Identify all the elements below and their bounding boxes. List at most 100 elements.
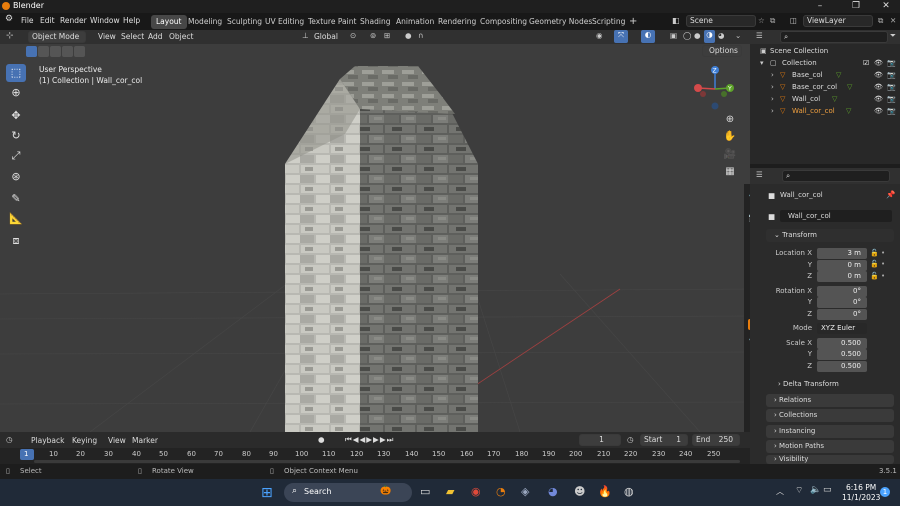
scale-y-field[interactable]: 0.500 [817, 349, 867, 360]
add-cube-icon[interactable]: ⧈ [6, 232, 26, 250]
relations-panel[interactable]: › Relations [766, 394, 894, 407]
chrome-icon[interactable]: ◉ [471, 485, 481, 498]
battery-icon[interactable]: ▭ [823, 485, 832, 495]
close-icon[interactable]: ✕ [870, 0, 900, 13]
eye-icon[interactable]: 👁 [874, 57, 883, 69]
select-invert-icon[interactable] [62, 46, 73, 57]
cursor-icon[interactable]: ⊕ [6, 84, 26, 102]
browser-app-icon[interactable]: ◍ [624, 485, 634, 498]
menu-timeline-view[interactable]: View [108, 436, 126, 445]
chevron-right-icon[interactable]: › [771, 105, 774, 117]
motion-paths-panel[interactable]: › Motion Paths [766, 440, 894, 453]
location-z-field[interactable]: 0 m [817, 271, 867, 282]
menu-help[interactable]: Help [123, 16, 140, 25]
render-icon[interactable]: 📷 [887, 81, 896, 93]
minimize-icon[interactable]: – [804, 0, 836, 13]
measure-icon[interactable]: 📐 [6, 210, 26, 228]
checkbox-icon[interactable]: ☑ [863, 57, 869, 69]
filter-icon[interactable]: ⏷ [890, 31, 896, 41]
visibility-panel[interactable]: › Visibility [766, 455, 894, 464]
xray-icon[interactable]: ▣ [670, 31, 677, 40]
firefox-icon[interactable]: 🔥 [598, 485, 612, 498]
blender-menu-icon[interactable]: ⚙ [5, 14, 13, 24]
chevron-right-icon[interactable]: › [771, 69, 774, 81]
rotation-x-field[interactable]: 0° [817, 286, 867, 297]
snap-icon[interactable]: ⊚ [370, 31, 376, 40]
instancing-panel[interactable]: › Instancing [766, 425, 894, 438]
notification-badge[interactable]: 1 [880, 487, 890, 497]
collections-panel[interactable]: › Collections [766, 409, 894, 422]
transform-icon[interactable]: ⊛ [6, 168, 26, 186]
scale-icon[interactable]: ⤢ [6, 147, 26, 165]
camera-icon[interactable]: 🎥 [722, 147, 738, 163]
start-frame-field[interactable]: Start 1 [640, 434, 688, 446]
copy-icon[interactable]: ⧉ [878, 16, 883, 26]
rotate-icon[interactable]: ↻ [6, 127, 26, 145]
tab-shading[interactable]: Shading [355, 15, 395, 29]
editor-type-icon[interactable]: ⊹ [6, 31, 14, 41]
scene-icon[interactable]: ◧ [672, 16, 680, 25]
pin-icon[interactable]: 📌 [886, 190, 895, 199]
rotation-mode-dropdown[interactable]: XYZ Euler [817, 323, 867, 334]
delta-transform-row[interactable]: › Delta Transform [778, 380, 839, 388]
render-icon[interactable]: 📷 [887, 69, 896, 81]
rotation-z-field[interactable]: 0° [817, 309, 867, 320]
task-view-icon[interactable]: ▭ [420, 485, 430, 498]
menu-add[interactable]: Add [148, 32, 163, 41]
orientation-dropdown[interactable]: Global [314, 32, 338, 41]
pivot-icon[interactable]: ⊙ [350, 31, 356, 40]
shading-material-icon[interactable]: ◑ [704, 30, 715, 43]
outliner-row-object[interactable]: › ▽ Base_cor_col ▽ 👁 📷 [750, 81, 900, 93]
outliner-row-object[interactable]: › ▽ Wall_cor_col ▽ 👁 📷 [750, 105, 900, 117]
tab-uv-editing[interactable]: UV Editing [260, 15, 309, 29]
menu-playback[interactable]: Playback [31, 436, 64, 445]
shading-wireframe-icon[interactable]: ◯ [683, 31, 691, 40]
outliner-row-collection[interactable]: ▾ ▢ Collection ☑ 👁 📷 [750, 57, 900, 69]
options-dropdown[interactable]: Options [702, 45, 742, 57]
volume-icon[interactable]: 🔈 [810, 485, 821, 495]
tab-layout[interactable]: Layout [151, 15, 187, 29]
annotate-icon[interactable]: ✎ [6, 190, 26, 208]
scene-field[interactable]: Scene [686, 15, 756, 27]
navigation-gizmo[interactable]: Z Y [690, 64, 740, 114]
grid-view-icon[interactable]: ▦ [722, 164, 738, 180]
maximize-icon[interactable]: ❐ [840, 0, 872, 13]
render-icon[interactable]: 📷 [887, 93, 896, 105]
zoom-icon[interactable]: ⊕ [722, 112, 738, 128]
godot-icon[interactable]: ☻ [574, 485, 585, 498]
close-icon[interactable]: ✕ [890, 16, 896, 25]
menu-edit[interactable]: Edit [40, 16, 55, 25]
copy-icon[interactable]: ⧉ [770, 16, 775, 26]
end-frame-field[interactable]: End 250 [692, 434, 740, 446]
eye-icon[interactable]: 👁 [874, 69, 883, 81]
scale-z-field[interactable]: 0.500 [817, 361, 867, 372]
add-workspace-icon[interactable]: + [624, 15, 642, 29]
object-name-field[interactable]: Wall_cor_col [780, 210, 892, 222]
proportional-icon[interactable]: ● [405, 31, 412, 40]
shading-solid-icon[interactable]: ● [694, 31, 701, 40]
properties-search[interactable]: ⌕ [782, 170, 890, 182]
clock-icon[interactable]: ◷ [627, 435, 634, 444]
shading-rendered-icon[interactable]: ◕ [718, 31, 725, 40]
file-explorer-icon[interactable]: ▰ [446, 485, 454, 498]
eye-icon[interactable]: 👁 [874, 93, 883, 105]
falloff-icon[interactable]: ∩ [418, 31, 424, 40]
controller-app-icon[interactable]: ◈ [521, 485, 529, 498]
playback-controls[interactable]: ⏮◀◀▶▶▶⏭ [345, 435, 394, 445]
outliner-row-scene[interactable]: ▣ Scene Collection [750, 45, 900, 57]
windows-start-icon[interactable]: ⊞ [261, 485, 273, 501]
tab-animation[interactable]: Animation [391, 15, 439, 29]
clock-time[interactable]: 6:16 PM [846, 483, 876, 492]
pan-icon[interactable]: ✋ [722, 129, 738, 145]
timeline-ruler[interactable]: 1 10 20 30 40 50 60 70 80 90 100 110 120… [0, 448, 750, 464]
menu-object[interactable]: Object [169, 32, 193, 41]
snap-target-icon[interactable]: ⊞ [384, 31, 390, 40]
eye-icon[interactable]: 👁 [874, 81, 883, 93]
outliner-row-object[interactable]: › ▽ Wall_col ▽ 👁 📷 [750, 93, 900, 105]
select-subtract-icon[interactable] [50, 46, 61, 57]
view-layer-field[interactable]: ViewLayer [803, 15, 873, 27]
clock-date[interactable]: 11/1/2023 [842, 493, 880, 502]
select-intersect-icon[interactable] [74, 46, 85, 57]
menu-render[interactable]: Render [60, 16, 87, 25]
discord-icon[interactable]: ◕ [548, 485, 558, 498]
